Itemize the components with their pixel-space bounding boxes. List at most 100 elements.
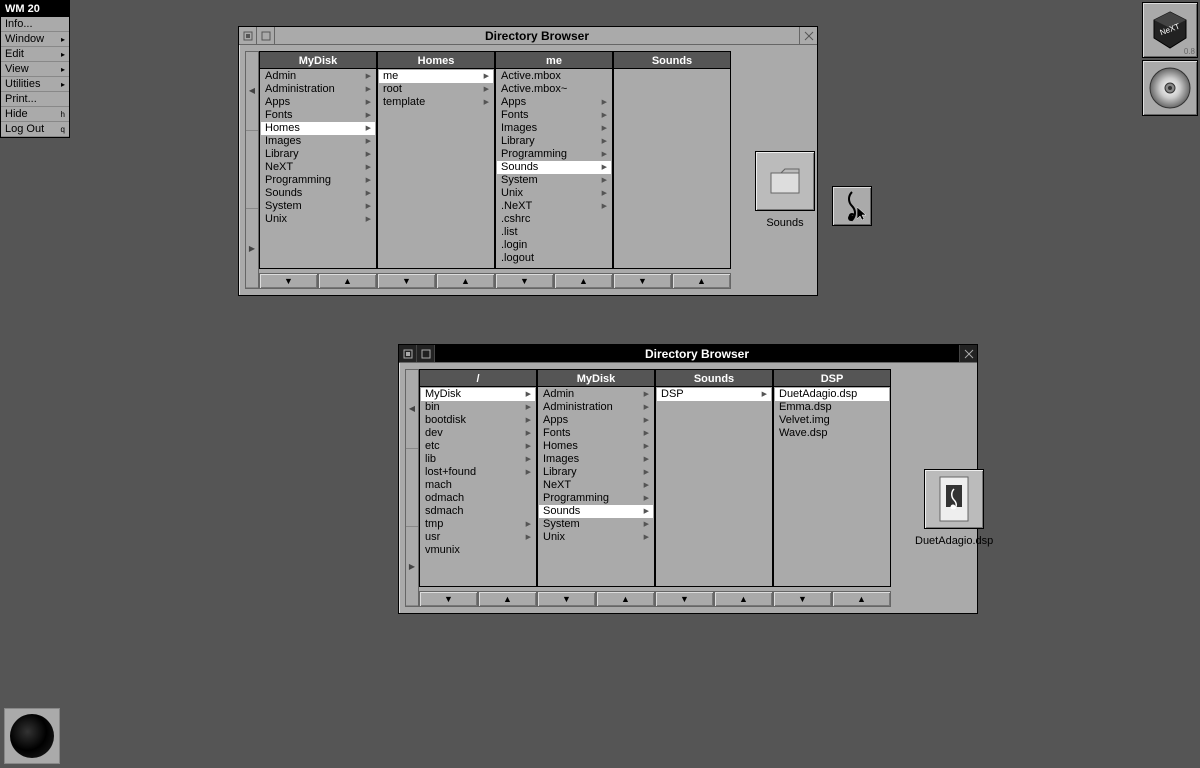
scroll-down-button[interactable]: ▼ [377,273,436,289]
list-item[interactable]: System▶ [539,518,653,531]
list-item[interactable]: Programming▶ [539,492,653,505]
column-list[interactable]: MyDisk▶bin▶bootdisk▶dev▶etc▶lib▶lost+fou… [419,387,537,587]
recycler-icon[interactable] [4,708,60,764]
menu-title[interactable]: WM 20 [1,1,69,17]
titlebar[interactable]: Directory Browser [239,27,817,45]
scroll-up-button[interactable]: ▲ [554,273,613,289]
list-item[interactable]: sdmach [421,505,535,518]
list-item[interactable]: Sounds▶ [497,161,611,174]
column-list[interactable]: Admin▶Administration▶Apps▶Fonts▶Homes▶Im… [537,387,655,587]
list-item[interactable]: me▶ [379,70,493,83]
preview-icon[interactable] [924,469,984,529]
list-item[interactable]: mach [421,479,535,492]
list-item[interactable]: Images▶ [261,135,375,148]
list-item[interactable]: Unix▶ [497,187,611,200]
column-list[interactable]: me▶root▶template▶ [377,69,495,269]
list-item[interactable]: Active.mbox~ [497,83,611,96]
list-item[interactable]: .cshrc [497,213,611,226]
scroll-down-button[interactable]: ▼ [613,273,672,289]
list-item[interactable]: Unix▶ [539,531,653,544]
scroll-down-button[interactable]: ▼ [537,591,596,607]
menu-item-window[interactable]: Window▸ [1,32,69,47]
list-item[interactable]: Admin▶ [261,70,375,83]
menu-item-view[interactable]: View▸ [1,62,69,77]
column-list[interactable]: DSP▶ [655,387,773,587]
list-item[interactable]: vmunix [421,544,535,557]
browser-left-scroll[interactable]: ◀▶ [405,369,419,607]
menu-item-hide[interactable]: Hideh [1,107,69,122]
list-item[interactable]: Admin▶ [539,388,653,401]
preview-icon[interactable] [755,151,815,211]
scroll-up-button[interactable]: ▲ [478,591,537,607]
list-item[interactable]: Apps▶ [261,96,375,109]
list-item[interactable]: lost+found▶ [421,466,535,479]
scroll-down-button[interactable]: ▼ [419,591,478,607]
list-item[interactable]: root▶ [379,83,493,96]
column-list[interactable]: DuetAdagio.dspEmma.dspVelvet.imgWave.dsp [773,387,891,587]
list-item[interactable]: Unix▶ [261,213,375,226]
menu-item-print[interactable]: Print... [1,92,69,107]
dock-icon-next[interactable]: NeXT 0.8 [1142,2,1198,58]
list-item[interactable]: dev▶ [421,427,535,440]
list-item[interactable]: Library▶ [261,148,375,161]
list-item[interactable]: .list [497,226,611,239]
scroll-down-button[interactable]: ▼ [655,591,714,607]
column-list[interactable]: Admin▶Administration▶Apps▶Fonts▶Homes▶Im… [259,69,377,269]
miniaturize-button[interactable] [399,345,417,362]
scroll-up-button[interactable]: ▲ [596,591,655,607]
titlebar[interactable]: Directory Browser [399,345,977,363]
list-item[interactable]: tmp▶ [421,518,535,531]
list-item[interactable]: Fonts▶ [539,427,653,440]
list-item[interactable]: Wave.dsp [775,427,889,440]
list-item[interactable]: Fonts▶ [497,109,611,122]
list-item[interactable]: DSP▶ [657,388,771,401]
scroll-up-button[interactable]: ▲ [672,273,731,289]
list-item[interactable]: Administration▶ [539,401,653,414]
list-item[interactable]: NeXT▶ [261,161,375,174]
close-button[interactable] [959,345,977,362]
column-list[interactable]: Active.mboxActive.mbox~Apps▶Fonts▶Images… [495,69,613,269]
scroll-down-button[interactable]: ▼ [495,273,554,289]
list-item[interactable]: Apps▶ [539,414,653,427]
scroll-up-button[interactable]: ▲ [714,591,773,607]
list-item[interactable]: bootdisk▶ [421,414,535,427]
list-item[interactable]: Active.mbox [497,70,611,83]
miniaturize-button[interactable] [239,27,257,44]
list-item[interactable]: Fonts▶ [261,109,375,122]
list-item[interactable]: bin▶ [421,401,535,414]
list-item[interactable]: .login [497,239,611,252]
menu-item-utilities[interactable]: Utilities▸ [1,77,69,92]
list-item[interactable]: Images▶ [539,453,653,466]
list-item[interactable]: Sounds▶ [261,187,375,200]
list-item[interactable]: odmach [421,492,535,505]
list-item[interactable]: System▶ [261,200,375,213]
menu-item-edit[interactable]: Edit▸ [1,47,69,62]
list-item[interactable]: MyDisk▶ [421,388,535,401]
list-item[interactable]: System▶ [497,174,611,187]
list-item[interactable]: .NeXT▶ [497,200,611,213]
list-item[interactable]: Administration▶ [261,83,375,96]
list-item[interactable]: DuetAdagio.dsp [775,388,889,401]
list-item[interactable]: Velvet.img [775,414,889,427]
scroll-down-button[interactable]: ▼ [259,273,318,289]
list-item[interactable]: NeXT▶ [539,479,653,492]
scroll-up-button[interactable]: ▲ [832,591,891,607]
column-list[interactable] [613,69,731,269]
close-button[interactable] [799,27,817,44]
window-menu-button[interactable] [257,27,275,44]
menu-item-info[interactable]: Info... [1,17,69,32]
window-menu-button[interactable] [417,345,435,362]
list-item[interactable]: etc▶ [421,440,535,453]
scroll-up-button[interactable]: ▲ [436,273,495,289]
list-item[interactable]: template▶ [379,96,493,109]
list-item[interactable]: Homes▶ [261,122,375,135]
list-item[interactable]: Images▶ [497,122,611,135]
list-item[interactable]: .logout [497,252,611,265]
list-item[interactable]: usr▶ [421,531,535,544]
list-item[interactable]: Programming▶ [497,148,611,161]
list-item[interactable]: Apps▶ [497,96,611,109]
list-item[interactable]: Sounds▶ [539,505,653,518]
list-item[interactable]: Library▶ [497,135,611,148]
desktop-icon-sound[interactable] [832,186,872,226]
list-item[interactable]: Programming▶ [261,174,375,187]
